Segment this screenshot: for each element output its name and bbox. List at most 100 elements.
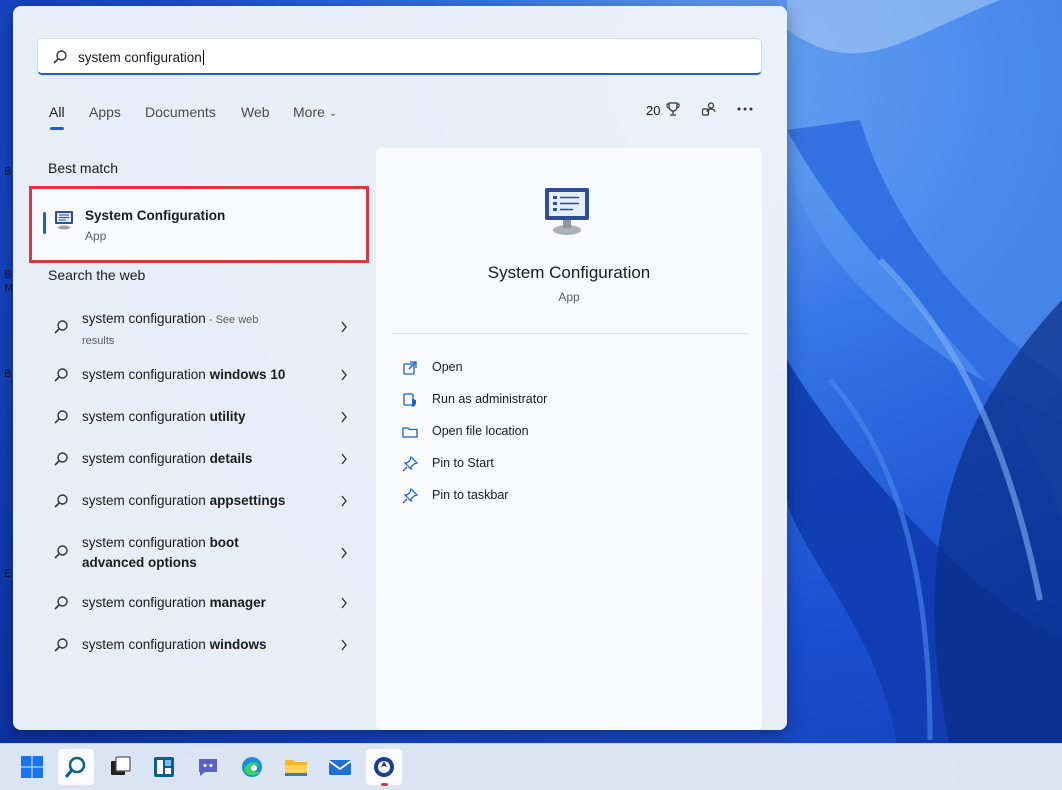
trophy-icon[interactable]	[666, 101, 680, 117]
action-run-as-administrator[interactable]: Run as administrator	[402, 390, 702, 410]
search-the-web-heading: Search the web	[48, 267, 146, 283]
web-result-item[interactable]: system configuration appsettings	[53, 491, 353, 513]
action-label: Pin to Start	[432, 456, 494, 470]
web-result-item[interactable]: system configuration utility	[53, 407, 353, 429]
action-label: Open file location	[432, 424, 529, 438]
selection-indicator	[43, 212, 46, 234]
desktop-icon-label: B	[4, 165, 12, 178]
action-label: Open	[432, 360, 463, 374]
more-options-icon[interactable]	[737, 107, 753, 111]
edge-button[interactable]	[234, 749, 270, 785]
file-explorer-icon	[285, 760, 307, 776]
tab-all[interactable]: All	[49, 104, 65, 120]
web-result-item[interactable]: system configuration windows 10	[53, 365, 353, 387]
action-open-file-location[interactable]: Open file location	[402, 422, 702, 442]
task-view-button[interactable]	[102, 749, 138, 785]
web-result-item[interactable]: system configuration manager	[53, 593, 353, 615]
detail-app-name: System Configuration	[487, 263, 651, 282]
active-app-button[interactable]	[366, 749, 402, 786]
web-result-text: system configuration - See web results	[82, 311, 259, 347]
search-query-text: system configuration	[78, 50, 204, 65]
chat-button[interactable]	[190, 749, 226, 785]
chevron-right-icon	[341, 639, 347, 651]
detail-pane: System Configuration App Open Run as adm…	[376, 148, 762, 730]
mail-button[interactable]	[322, 749, 358, 785]
desktop-icon-label: E	[4, 567, 11, 580]
folder-icon	[402, 427, 418, 438]
chevron-right-icon	[341, 321, 347, 333]
chevron-right-icon	[341, 547, 347, 559]
web-result-text: system configuration manager	[82, 595, 266, 610]
chevron-right-icon	[341, 411, 347, 423]
tab-more[interactable]: More ⌄	[293, 104, 337, 120]
desktop-icon-label: B	[4, 367, 12, 380]
pin-icon	[402, 456, 418, 472]
web-result-text: system configuration boot advanced option…	[82, 535, 239, 570]
shield-icon	[403, 393, 416, 407]
taskbar-search-button[interactable]	[58, 749, 94, 785]
start-icon	[21, 756, 43, 778]
account-switch-icon[interactable]	[701, 101, 717, 117]
pin-icon	[402, 488, 418, 504]
tab-web[interactable]: Web	[241, 104, 270, 120]
web-result-item[interactable]: system configuration - See web results	[53, 309, 353, 353]
best-match-name: System Configuration	[85, 208, 226, 223]
running-indicator	[381, 783, 388, 786]
active-tab-indicator	[50, 127, 64, 130]
search-icon	[54, 368, 68, 382]
action-pin-to-start[interactable]: Pin to Start	[402, 454, 702, 474]
search-icon	[54, 452, 68, 466]
search-input[interactable]: system configuration	[37, 38, 762, 75]
chat-icon	[199, 759, 217, 776]
search-icon	[53, 50, 67, 64]
task-view-icon	[111, 756, 131, 775]
tab-more-label: More	[293, 104, 325, 120]
search-icon	[54, 596, 68, 610]
edge-icon	[242, 757, 262, 777]
web-result-item[interactable]: system configuration details	[53, 449, 353, 471]
best-match-result[interactable]: System Configuration App	[29, 186, 369, 263]
open-external-icon	[403, 361, 417, 375]
tab-apps[interactable]: Apps	[89, 104, 121, 120]
system-configuration-app-icon	[545, 188, 589, 235]
chevron-down-icon: ⌄	[328, 108, 338, 119]
taskbar	[0, 743, 1062, 790]
mail-icon	[328, 760, 352, 775]
chevron-right-icon	[341, 597, 347, 609]
divider	[392, 333, 747, 334]
rewards-points[interactable]: 20	[646, 103, 660, 118]
search-icon	[54, 410, 68, 424]
chevron-right-icon	[341, 369, 347, 381]
widgets-button[interactable]	[146, 749, 182, 785]
search-panel: system configuration All Apps Documents …	[13, 6, 787, 730]
widgets-icon	[154, 757, 174, 777]
detail-app-type: App	[558, 290, 580, 304]
search-icon	[54, 638, 68, 652]
action-pin-to-taskbar[interactable]: Pin to taskbar	[402, 486, 702, 506]
search-icon	[54, 545, 68, 559]
system-configuration-app-icon	[55, 211, 73, 230]
chevron-right-icon	[341, 495, 347, 507]
best-match-type: App	[85, 229, 107, 243]
chevron-right-icon	[341, 453, 347, 465]
search-icon	[54, 494, 68, 508]
search-icon	[64, 756, 86, 778]
best-match-heading: Best match	[48, 160, 119, 176]
web-result-item[interactable]: system configuration boot advanced option…	[53, 533, 353, 575]
web-result-text: system configuration details	[82, 451, 253, 466]
search-icon	[54, 320, 68, 334]
action-label: Run as administrator	[432, 392, 548, 406]
points-value: 20	[646, 103, 661, 118]
web-result-text: system configuration utility	[82, 409, 246, 424]
web-result-text: system configuration windows 10	[82, 367, 286, 382]
file-explorer-button[interactable]	[278, 749, 314, 785]
action-label: Pin to taskbar	[432, 488, 509, 502]
start-button[interactable]	[14, 749, 50, 785]
desktop-icon-label: B	[4, 268, 12, 281]
tab-documents[interactable]: Documents	[145, 104, 216, 120]
web-result-text: system configuration windows	[82, 637, 267, 652]
active-app-icon	[374, 757, 394, 777]
web-result-item[interactable]: system configuration windows	[53, 635, 353, 657]
action-open[interactable]: Open	[402, 358, 702, 378]
web-result-text: system configuration appsettings	[82, 493, 286, 508]
